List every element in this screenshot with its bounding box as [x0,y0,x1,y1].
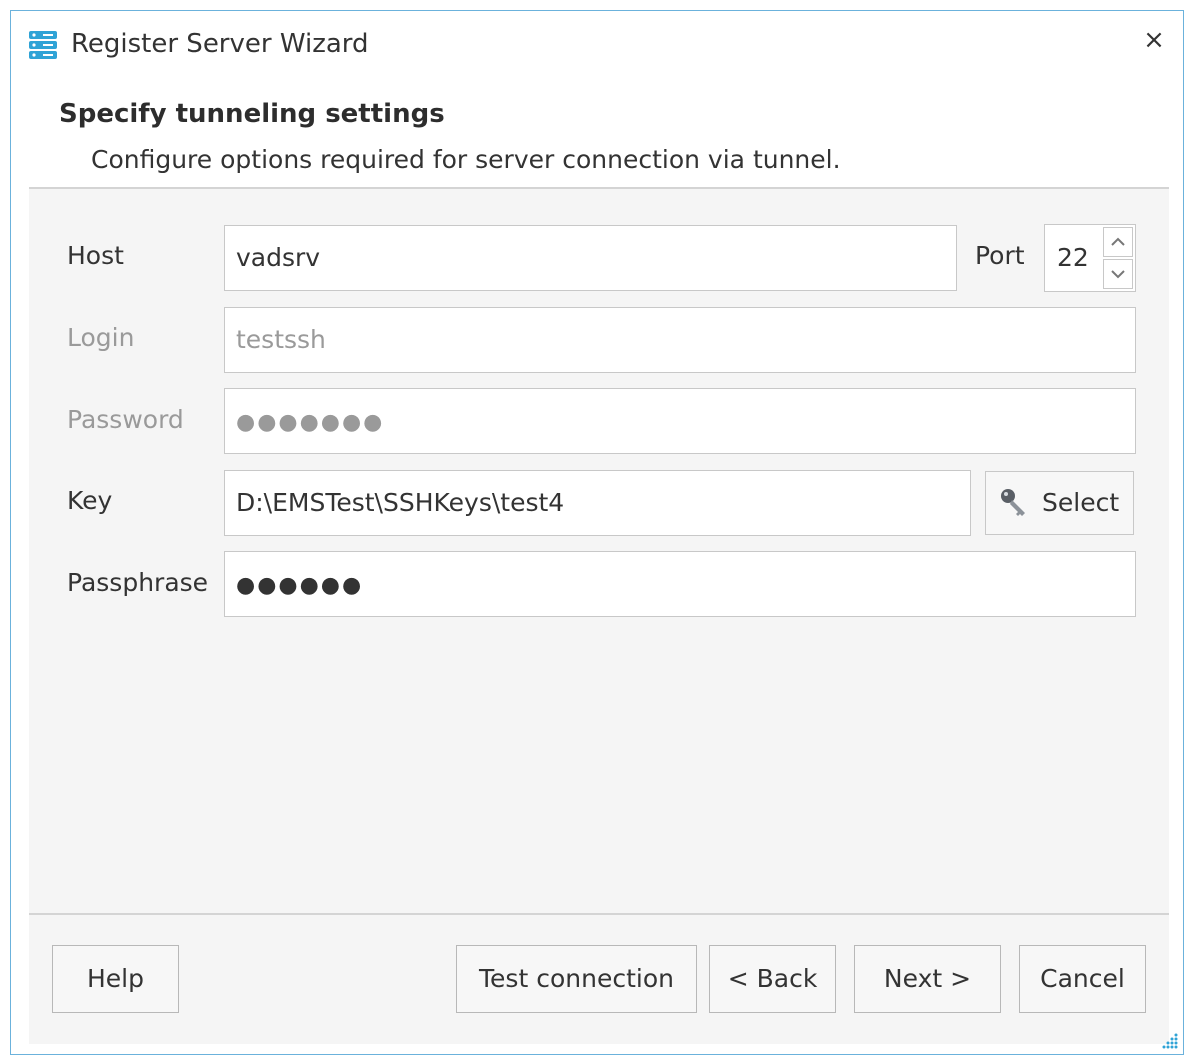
next-button[interactable]: Next > [854,945,1001,1013]
port-spinner[interactable]: 22 [1044,224,1136,292]
resize-grip-icon[interactable] [1159,1030,1179,1050]
port-increment-button[interactable] [1103,227,1133,257]
wizard-window: Register Server Wizard × Specify tunneli… [10,10,1184,1055]
chevron-up-icon [1111,237,1125,246]
server-stack-icon [29,31,57,59]
passphrase-input[interactable]: ●●●●●● [224,551,1136,617]
host-label: Host [67,241,124,270]
password-mask: ●●●●●●● [236,410,385,435]
chevron-down-icon [1111,270,1125,279]
page-title: Specify tunneling settings [59,99,445,129]
port-label: Port [975,241,1025,270]
cancel-button[interactable]: Cancel [1019,945,1146,1013]
select-key-button[interactable]: Select [985,471,1134,535]
test-connection-button[interactable]: Test connection [456,945,697,1013]
passphrase-mask: ●●●●●● [236,573,364,598]
page-subtitle: Configure options required for server co… [91,145,841,174]
select-button-label: Select [1042,488,1120,517]
port-value[interactable]: 22 [1057,225,1089,291]
footer-divider [29,913,1169,915]
password-input[interactable]: ●●●●●●● [224,388,1136,454]
close-button[interactable]: × [1139,25,1169,55]
password-label: Password [67,405,184,434]
key-path-input[interactable]: D:\EMSTest\SSHKeys\test4 [224,470,971,536]
key-label: Key [67,486,113,515]
port-decrement-button[interactable] [1103,259,1133,289]
host-input[interactable]: vadsrv [224,225,957,291]
title-bar: Register Server Wizard × [11,11,1183,75]
help-button[interactable]: Help [52,945,179,1013]
passphrase-label: Passphrase [67,568,209,597]
key-icon [1001,489,1025,516]
login-label: Login [67,323,135,352]
back-button[interactable]: < Back [709,945,836,1013]
login-input[interactable]: testssh [224,307,1136,373]
window-title: Register Server Wizard [71,29,369,59]
